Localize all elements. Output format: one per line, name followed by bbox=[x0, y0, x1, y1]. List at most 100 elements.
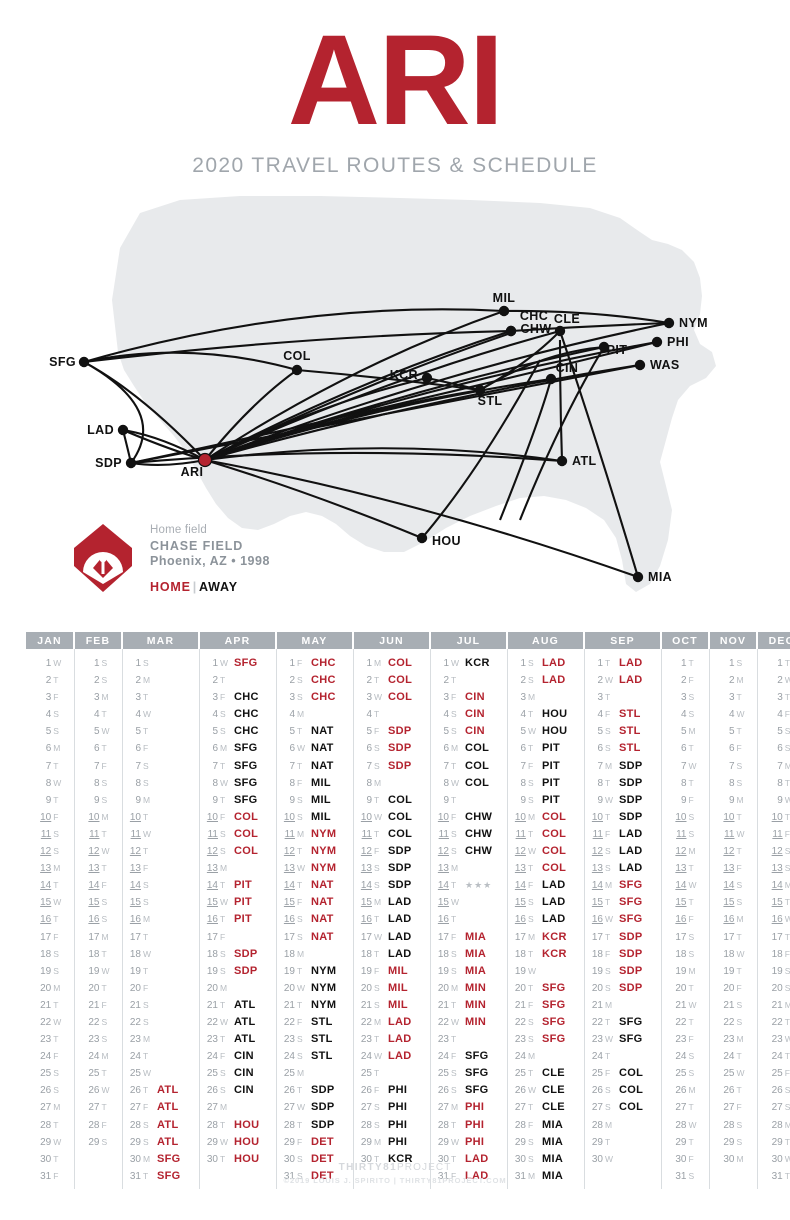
day-row[interactable]: 10 T SDP bbox=[585, 809, 661, 826]
day-row[interactable]: 24 F bbox=[26, 1048, 74, 1065]
day-row[interactable]: 10 F bbox=[26, 809, 74, 826]
opponent-code[interactable]: SDP bbox=[614, 809, 656, 826]
day-row[interactable]: 20 T bbox=[75, 980, 122, 997]
day-row[interactable]: 13 M bbox=[431, 860, 507, 877]
day-row[interactable]: 6S bbox=[758, 740, 790, 757]
day-row[interactable]: 8 F MIL bbox=[277, 775, 353, 792]
opponent-code[interactable]: STL bbox=[306, 1048, 348, 1065]
day-row[interactable]: 17 S bbox=[662, 929, 709, 946]
day-row[interactable]: 29 T bbox=[758, 1134, 790, 1151]
day-row[interactable]: 13 S LAD bbox=[585, 860, 661, 877]
opponent-code[interactable]: CIN bbox=[229, 1048, 271, 1065]
opponent-code[interactable]: COL bbox=[383, 809, 425, 826]
day-row[interactable]: 7T bbox=[26, 758, 74, 775]
day-row[interactable]: 19 W bbox=[75, 963, 122, 980]
map-node-mil[interactable] bbox=[498, 305, 510, 317]
day-row[interactable]: 7 T NAT bbox=[277, 758, 353, 775]
map-node-kcr[interactable] bbox=[421, 372, 433, 384]
opponent-code[interactable]: SDP bbox=[229, 963, 271, 980]
day-row[interactable]: 2W bbox=[758, 672, 790, 689]
opponent-code[interactable]: SFG bbox=[229, 655, 271, 672]
day-row[interactable]: 3 F CHC bbox=[200, 689, 276, 706]
day-row[interactable]: 7 T COL bbox=[431, 758, 507, 775]
day-row[interactable]: 23 T bbox=[26, 1031, 74, 1048]
opponent-code[interactable]: NYM bbox=[306, 963, 348, 980]
opponent-code[interactable]: NAT bbox=[306, 877, 348, 894]
opponent-code[interactable]: ATL bbox=[152, 1134, 194, 1151]
opponent-code[interactable]: ATL bbox=[152, 1099, 194, 1116]
day-row[interactable]: 24 T bbox=[123, 1048, 199, 1065]
opponent-code[interactable]: COL bbox=[229, 826, 271, 843]
day-row[interactable]: 12 S bbox=[26, 843, 74, 860]
day-row[interactable]: 9T bbox=[26, 792, 74, 809]
day-row[interactable]: 20 F bbox=[123, 980, 199, 997]
opponent-code[interactable]: NAT bbox=[306, 723, 348, 740]
day-row[interactable]: 8 W COL bbox=[431, 775, 507, 792]
day-row[interactable]: 10 F CHW bbox=[431, 809, 507, 826]
opponent-code[interactable]: PIT bbox=[537, 775, 579, 792]
day-row[interactable]: 23 S SFG bbox=[508, 1031, 584, 1048]
day-row[interactable]: 28 S PHI bbox=[354, 1117, 430, 1134]
day-row[interactable]: 7S bbox=[710, 758, 757, 775]
opponent-code[interactable]: NYM bbox=[306, 980, 348, 997]
day-row[interactable]: 25 F COL bbox=[585, 1065, 661, 1082]
day-row[interactable]: 1T bbox=[662, 655, 709, 672]
map-node-hou[interactable] bbox=[416, 532, 428, 544]
day-row[interactable]: 17 S NAT bbox=[277, 929, 353, 946]
day-row[interactable]: 12 M bbox=[662, 843, 709, 860]
opponent-code[interactable]: MIN bbox=[460, 997, 502, 1014]
day-row[interactable]: 17 M KCR bbox=[508, 929, 584, 946]
opponent-code[interactable]: LAD bbox=[614, 860, 656, 877]
day-row[interactable]: 8M bbox=[354, 775, 430, 792]
day-row[interactable]: 16 T PIT bbox=[200, 911, 276, 928]
day-row[interactable]: 1 F CHC bbox=[277, 655, 353, 672]
opponent-code[interactable]: CLE bbox=[537, 1065, 579, 1082]
day-row[interactable]: 3 S CHC bbox=[277, 689, 353, 706]
day-row[interactable]: 9 T COL bbox=[354, 792, 430, 809]
opponent-code[interactable]: KCR bbox=[537, 946, 579, 963]
day-row[interactable]: 17 M bbox=[75, 929, 122, 946]
day-row[interactable]: 22 F STL bbox=[277, 1014, 353, 1031]
opponent-code[interactable]: KCR bbox=[460, 655, 502, 672]
day-row[interactable]: 25 S bbox=[662, 1065, 709, 1082]
opponent-code[interactable]: SFG bbox=[537, 1031, 579, 1048]
day-row[interactable]: 26 S bbox=[758, 1082, 790, 1099]
opponent-code[interactable]: LAD bbox=[383, 1048, 425, 1065]
opponent-code[interactable]: STL bbox=[614, 740, 656, 757]
opponent-code[interactable]: SFG bbox=[229, 758, 271, 775]
opponent-code[interactable]: LAD bbox=[614, 655, 656, 672]
day-row[interactable]: 2 S CHC bbox=[277, 672, 353, 689]
day-row[interactable]: 17 F bbox=[200, 929, 276, 946]
day-row[interactable]: 17 F bbox=[26, 929, 74, 946]
opponent-code[interactable]: SFG bbox=[614, 1031, 656, 1048]
day-row[interactable]: 9 W SDP bbox=[585, 792, 661, 809]
opponent-code[interactable]: LAD bbox=[614, 826, 656, 843]
opponent-code[interactable]: MIA bbox=[537, 1117, 579, 1134]
opponent-code[interactable]: CHW bbox=[460, 809, 502, 826]
opponent-code[interactable]: SDP bbox=[306, 1099, 348, 1116]
day-row[interactable]: 28 T PHI bbox=[431, 1117, 507, 1134]
map-node-nym[interactable] bbox=[663, 317, 675, 329]
opponent-code[interactable]: SFG bbox=[537, 997, 579, 1014]
day-row[interactable]: 3T bbox=[710, 689, 757, 706]
day-row[interactable]: 23 S STL bbox=[277, 1031, 353, 1048]
day-row[interactable]: 27 S PHI bbox=[354, 1099, 430, 1116]
opponent-code[interactable]: SDP bbox=[383, 843, 425, 860]
day-row[interactable]: 6T bbox=[75, 740, 122, 757]
day-row[interactable]: 21 M bbox=[758, 997, 790, 1014]
day-row[interactable]: 28 T SDP bbox=[277, 1117, 353, 1134]
map-node-mia[interactable] bbox=[632, 571, 644, 583]
opponent-code[interactable]: LAD bbox=[383, 1031, 425, 1048]
opponent-code[interactable]: PIT bbox=[537, 792, 579, 809]
day-row[interactable]: 20 T bbox=[662, 980, 709, 997]
day-row[interactable]: 21 T bbox=[26, 997, 74, 1014]
day-row[interactable]: 28 F bbox=[75, 1117, 122, 1134]
day-row[interactable]: 25 W bbox=[123, 1065, 199, 1082]
day-row[interactable]: 11 T COL bbox=[354, 826, 430, 843]
opponent-code[interactable]: LAD bbox=[537, 655, 579, 672]
day-row[interactable]: 16 T bbox=[26, 911, 74, 928]
day-row[interactable]: 11 F bbox=[758, 826, 790, 843]
day-row[interactable]: 7F bbox=[75, 758, 122, 775]
opponent-code[interactable]: MIN bbox=[460, 980, 502, 997]
opponent-code[interactable]: NYM bbox=[306, 860, 348, 877]
